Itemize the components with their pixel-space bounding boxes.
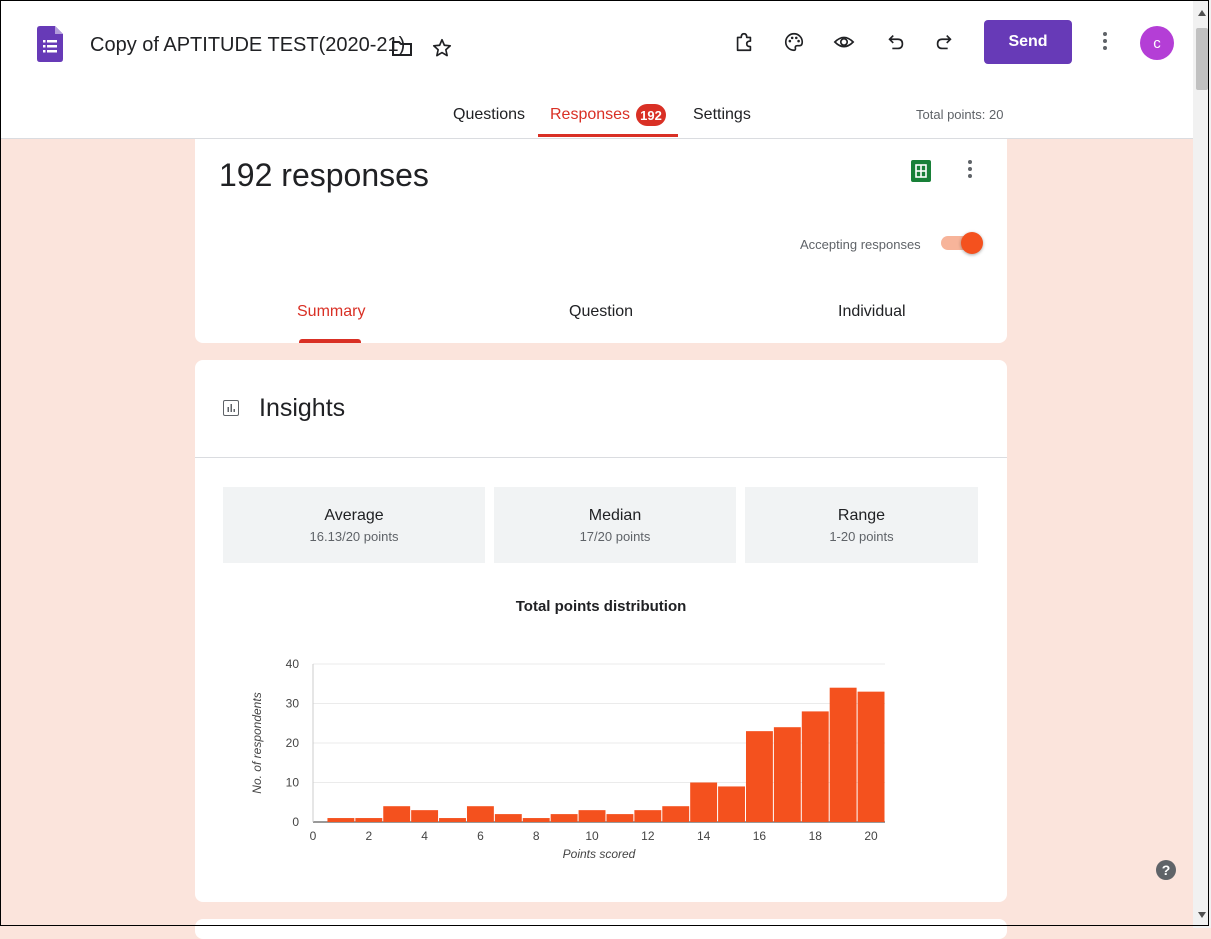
preview-eye-icon[interactable]: [832, 30, 856, 54]
tab-settings[interactable]: Settings: [693, 106, 751, 124]
subtab-summary[interactable]: Summary: [297, 303, 365, 321]
tab-questions[interactable]: Questions: [453, 106, 525, 124]
stat-average: Average 16.13/20 points: [223, 487, 485, 563]
insights-chart-icon: [223, 400, 239, 416]
toggle-knob[interactable]: [961, 232, 983, 254]
responses-count-title: 192 responses: [219, 157, 429, 193]
scroll-up-arrow-icon[interactable]: [1198, 10, 1206, 16]
stat-median-label: Median: [588, 507, 642, 524]
responses-header-card: 192 responses Accepting responses Summar…: [195, 139, 1007, 343]
scrollbar-thumb[interactable]: [1196, 28, 1208, 90]
y-tick-label: 20: [286, 736, 300, 750]
stat-average-label: Average: [324, 507, 384, 524]
x-axis-label: Points scored: [563, 847, 636, 861]
page-scrollbar[interactable]: [1193, 0, 1211, 928]
x-tick-label: 10: [585, 829, 599, 843]
folder-icon[interactable]: [390, 36, 414, 60]
bar: [718, 786, 745, 822]
y-tick-label: 30: [286, 697, 300, 711]
x-tick-label: 14: [697, 829, 711, 843]
more-options-icon[interactable]: [1103, 32, 1107, 53]
x-tick-label: 2: [365, 829, 372, 843]
bar: [522, 818, 550, 822]
bar: [857, 691, 885, 822]
bar: [606, 814, 634, 822]
chart-title: Total points distribution: [515, 598, 687, 615]
bar: [327, 818, 355, 822]
bar: [355, 818, 383, 822]
active-tab-indicator: [538, 134, 678, 137]
bar: [411, 810, 439, 822]
y-tick-label: 40: [286, 657, 300, 671]
insights-card: Insights Average 16.13/20 points Median …: [195, 360, 1007, 902]
bar: [578, 810, 606, 822]
subtab-individual[interactable]: Individual: [838, 303, 906, 321]
palette-icon[interactable]: [782, 30, 806, 54]
responses-menu-icon[interactable]: [968, 160, 972, 181]
responses-count-badge: 192: [636, 104, 666, 126]
document-title[interactable]: Copy of APTITUDE TEST(2020-21): [90, 34, 405, 57]
bar: [494, 814, 522, 822]
bar: [439, 818, 466, 822]
help-icon[interactable]: ?: [1156, 860, 1176, 880]
x-tick-label: 18: [809, 829, 823, 843]
tab-responses[interactable]: Responses: [550, 106, 630, 124]
stat-range: Range 1-20 points: [745, 487, 978, 563]
undo-icon[interactable]: [884, 30, 908, 54]
bar: [690, 782, 718, 822]
sheets-link-icon[interactable]: [911, 160, 931, 182]
bar: [550, 814, 578, 822]
scroll-down-arrow-icon[interactable]: [1198, 912, 1206, 918]
bar: [383, 806, 411, 822]
bar: [773, 727, 801, 822]
avatar[interactable]: c: [1140, 26, 1174, 60]
points-distribution-chart: 0 10 20 30 40 0 2 4 6 8 10 12 14 16 18 20 Points scored N…: [250, 657, 885, 861]
divider: [195, 457, 1007, 458]
y-axis-label: No. of respondents: [250, 692, 264, 793]
subtab-indicator: [299, 339, 361, 343]
stat-median-value: 17/20 points: [579, 529, 651, 544]
add-ons-icon[interactable]: [732, 30, 756, 54]
x-tick-label: 4: [421, 829, 428, 843]
x-tick-label: 0: [310, 829, 317, 843]
stat-range-label: Range: [837, 507, 886, 524]
forms-app-icon[interactable]: [37, 26, 63, 62]
stat-average-value: 16.13/20 points: [309, 529, 399, 544]
y-tick-label: 0: [292, 815, 299, 829]
subtab-question[interactable]: Question: [569, 303, 633, 321]
bar: [662, 806, 690, 822]
top-bar: Copy of APTITUDE TEST(2020-21) Send c Qu…: [0, 0, 1193, 139]
bar: [466, 806, 494, 822]
insights-title: Insights: [259, 394, 346, 422]
x-tick-label: 6: [477, 829, 484, 843]
next-card: [195, 919, 1007, 939]
send-button[interactable]: Send: [984, 20, 1072, 64]
stat-median: Median 17/20 points: [494, 487, 736, 563]
x-tick-label: 20: [864, 829, 878, 843]
star-icon[interactable]: [430, 36, 454, 60]
total-points-label: Total points: 20: [916, 107, 1004, 122]
x-tick-label: 12: [641, 829, 655, 843]
accepting-responses-label: Accepting responses: [800, 237, 921, 252]
bar: [745, 731, 773, 822]
y-tick-label: 10: [286, 776, 300, 790]
stat-range-value: 1-20 points: [829, 529, 894, 544]
x-tick-label: 8: [533, 829, 540, 843]
x-tick-label: 16: [753, 829, 767, 843]
bar: [634, 810, 662, 822]
bar: [801, 711, 829, 822]
redo-icon[interactable]: [932, 30, 956, 54]
bar: [829, 687, 857, 822]
